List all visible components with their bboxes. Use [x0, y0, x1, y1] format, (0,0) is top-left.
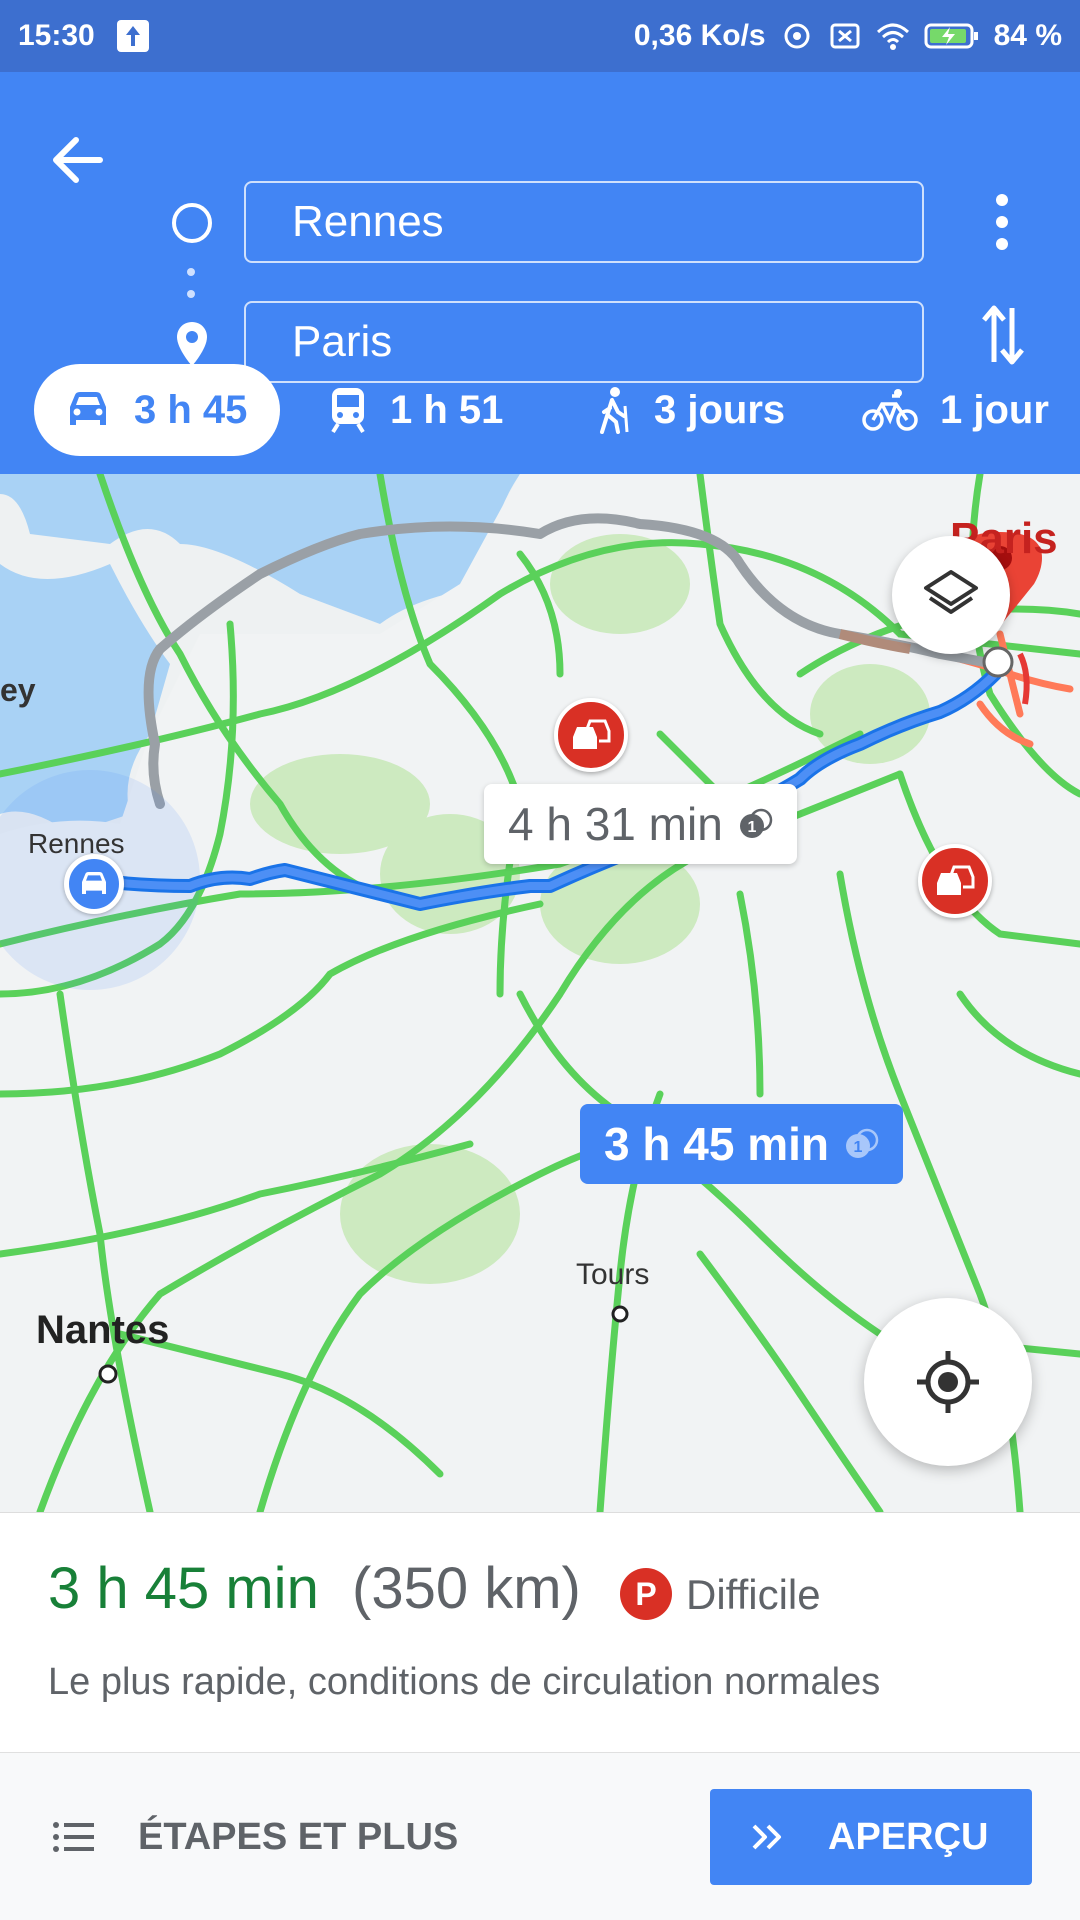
toll-info-icon: 1 [845, 1128, 879, 1158]
sim-off-icon [830, 23, 860, 49]
travel-modes: 3 h 45 1 h 51 3 jours 1 jour [0, 346, 1080, 456]
traffic-incident-marker[interactable] [554, 698, 628, 772]
origin-field[interactable]: Rennes [244, 181, 924, 263]
mode-tab-cycling[interactable]: 1 jour [862, 364, 1049, 456]
preview-label: APERÇU [828, 1815, 989, 1858]
status-right: 0,36 Ko/s 84 % [634, 19, 1062, 53]
layers-icon [924, 570, 978, 614]
map-label-edge: ey [0, 672, 36, 708]
wifi-icon [876, 23, 909, 50]
traffic-jam-icon [937, 865, 975, 895]
directions-header: Rennes Paris 3 h 45 1 h 51 3 jours 1 jou… [0, 72, 1080, 474]
route-description: Le plus rapide, conditions de circulatio… [48, 1661, 881, 1703]
main-route-time: 3 h 45 min [604, 1118, 829, 1170]
car-icon [70, 392, 106, 425]
back-arrow-icon[interactable] [42, 124, 114, 196]
map-label-rennes: Rennes [28, 828, 125, 859]
more-options-icon[interactable] [980, 184, 1024, 260]
battery-icon [924, 23, 978, 49]
bottom-actions: ÉTAPES ET PLUS APERÇU [0, 1752, 1080, 1920]
toll-info-icon: 1 [739, 808, 773, 838]
parking-icon: P [620, 1568, 672, 1620]
mode-cycling-label: 1 jour [940, 387, 1049, 432]
network-speed: 0,36 Ko/s [633, 19, 766, 52]
route-duration: 3 h 45 min [48, 1556, 319, 1621]
bike-icon [862, 389, 918, 431]
mode-driving-label: 3 h 45 [134, 387, 248, 432]
preview-button[interactable]: APERÇU [710, 1789, 1032, 1885]
map-label-tours: Tours [576, 1258, 650, 1291]
car-icon [82, 872, 106, 894]
my-location-icon [917, 1351, 979, 1413]
mode-tab-transit[interactable]: 1 h 51 [328, 364, 503, 456]
layers-button[interactable] [892, 536, 1010, 654]
steps-label: ÉTAPES ET PLUS [138, 1815, 459, 1858]
map-view[interactable]: ey Rennes Paris Nantes Tours 4 h 31 min … [0, 474, 1080, 1512]
map-label-nantes: Nantes [36, 1308, 170, 1352]
alt-route-time-label[interactable]: 4 h 31 min 1 [484, 784, 797, 864]
route-distance: (350 km) [352, 1556, 581, 1621]
route-summary-card[interactable]: 3 h 45 min (350 km) P Difficile Le plus … [0, 1512, 1080, 1752]
main-route-badge-number: 1 [854, 1139, 863, 1156]
parking-status: Difficile [686, 1571, 821, 1618]
traffic-jam-icon [573, 719, 611, 749]
alt-route-badge-number: 1 [747, 819, 756, 836]
route-dots-icon [187, 268, 197, 312]
alt-route-time: 4 h 31 min [508, 798, 723, 850]
upload-icon [116, 20, 149, 52]
double-chevron-icon [752, 1824, 781, 1850]
start-car-marker[interactable] [64, 854, 124, 914]
walk-icon [600, 387, 629, 434]
train-icon [331, 388, 365, 434]
mode-transit-label: 1 h 51 [390, 387, 504, 432]
list-icon [53, 1822, 94, 1852]
status-bar: 15:30 0,36 Ko/s 84 % [0, 0, 1080, 72]
traffic-incident-marker[interactable] [918, 844, 992, 918]
mode-walking-label: 3 jours [654, 387, 786, 432]
my-location-button[interactable] [864, 1298, 1032, 1466]
mode-tab-walking[interactable]: 3 jours [596, 364, 785, 456]
status-time: 15:30 [18, 19, 95, 52]
hotspot-icon [784, 23, 810, 49]
mode-tab-driving[interactable]: 3 h 45 [34, 364, 280, 456]
battery-percent: 84 % [993, 19, 1062, 52]
main-route-time-label[interactable]: 3 h 45 min 1 [580, 1104, 903, 1184]
origin-circle-icon [172, 203, 212, 243]
steps-button[interactable]: ÉTAPES ET PLUS [52, 1801, 458, 1873]
